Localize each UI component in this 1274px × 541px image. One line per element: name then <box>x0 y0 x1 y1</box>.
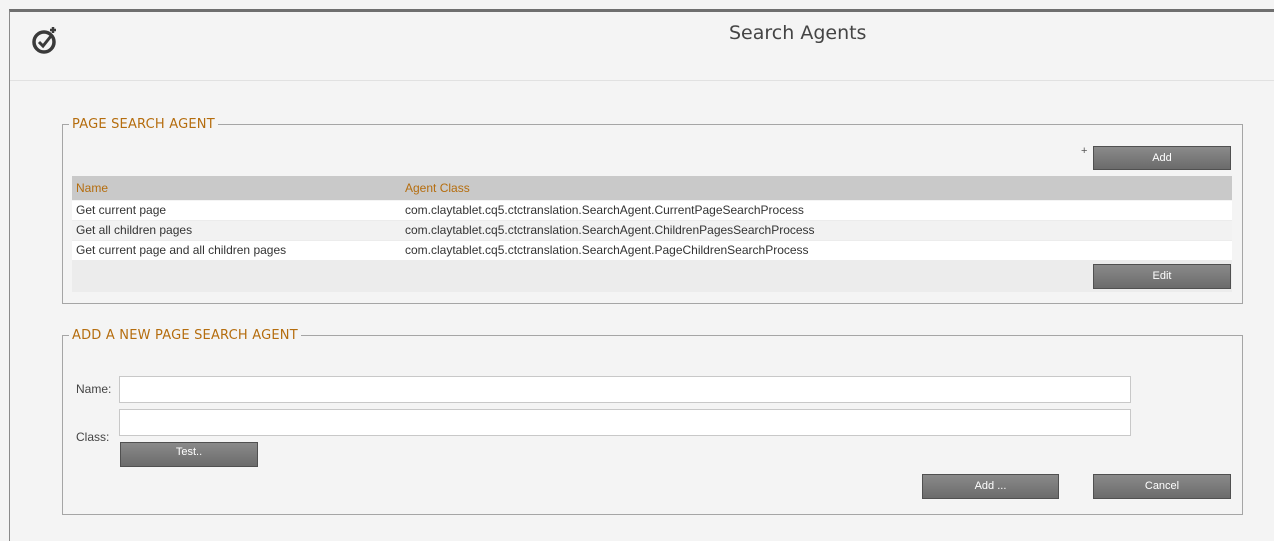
page-search-agent-legend: PAGE SEARCH AGENT <box>72 117 215 132</box>
table-row[interactable]: Get current page and all children pages … <box>72 241 1232 260</box>
column-header-agent-class[interactable]: Agent Class <box>405 181 470 195</box>
edit-agent-button[interactable]: Edit <box>1093 264 1231 289</box>
page-title: Search Agents <box>729 22 867 44</box>
add-plus-marker: + <box>1081 145 1088 157</box>
row-agent-class: com.claytablet.cq5.ctctranslation.Search… <box>405 243 809 257</box>
column-header-name[interactable]: Name <box>76 181 108 195</box>
row-name: Get current page <box>76 203 167 217</box>
row-agent-class: com.claytablet.cq5.ctctranslation.Search… <box>405 203 804 217</box>
add-new-agent-button[interactable]: Add ... <box>922 474 1059 499</box>
cancel-button[interactable]: Cancel <box>1093 474 1231 499</box>
class-label: Class: <box>76 430 110 444</box>
row-name: Get all children pages <box>76 223 193 237</box>
class-input[interactable] <box>119 409 1131 436</box>
page-header <box>10 12 1274 81</box>
row-agent-class: com.claytablet.cq5.ctctranslation.Search… <box>405 223 815 237</box>
table-row[interactable]: Get current page com.claytablet.cq5.ctct… <box>72 201 1232 220</box>
target-check-icon[interactable] <box>30 26 60 56</box>
add-agent-button[interactable]: Add <box>1093 146 1231 170</box>
name-input[interactable] <box>119 376 1131 403</box>
row-name: Get current page and all children pages <box>76 243 287 257</box>
agent-table-body: Get current page com.claytablet.cq5.ctct… <box>72 201 1232 292</box>
name-label: Name: <box>76 382 112 396</box>
table-row[interactable]: Get all children pages com.claytablet.cq… <box>72 221 1232 240</box>
test-button[interactable]: Test.. <box>120 442 258 467</box>
add-agent-legend: ADD A NEW PAGE SEARCH AGENT <box>72 328 298 343</box>
agent-table-header: Name Agent Class <box>72 176 1232 200</box>
